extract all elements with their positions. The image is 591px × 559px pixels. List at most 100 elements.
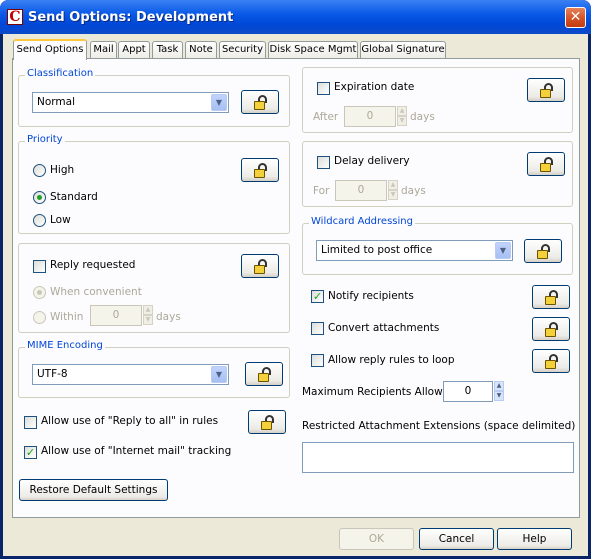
tab-note[interactable]: Note [185, 41, 217, 59]
reply-group: Reply requested When convenient Within 0… [18, 243, 290, 333]
delay-delivery-checkbox[interactable] [317, 156, 330, 169]
down-arrow-icon: ▼ [143, 315, 153, 325]
mime-group: MIME Encoding UTF-8 ▼ [18, 340, 290, 398]
unlocked-padlock-icon [261, 415, 274, 430]
priority-low-label: Low [50, 214, 71, 226]
unlocked-padlock-icon [540, 157, 553, 172]
reply-rules-loop-checkbox[interactable] [311, 354, 324, 367]
reply-requested-checkbox[interactable] [33, 260, 46, 273]
expiration-days-input[interactable]: 0 [344, 106, 396, 127]
expiration-date-label: Expiration date [334, 81, 415, 93]
app-icon: C [7, 9, 23, 25]
tab-send-options[interactable]: Send Options [13, 39, 87, 60]
notify-recipients-checkbox[interactable]: ✓ [311, 290, 324, 303]
restricted-extensions-input[interactable] [302, 442, 574, 473]
mime-legend: MIME Encoding [25, 340, 105, 351]
restricted-extensions-label: Restricted Attachment Extensions (space … [302, 420, 576, 432]
expiration-after-label: After [313, 111, 339, 123]
down-arrow-icon: ▼ [388, 190, 398, 200]
mime-lock-button[interactable] [245, 362, 283, 386]
reply-rules-loop-label: Allow reply rules to loop [328, 354, 455, 366]
delay-for-label: For [313, 185, 330, 197]
delay-days-input[interactable]: 0 [335, 180, 387, 201]
tab-appt[interactable]: Appt [118, 41, 150, 59]
up-arrow-icon: ▲ [397, 106, 407, 116]
allow-reply-all-label: Allow use of "Reply to all" in rules [41, 415, 219, 427]
max-recipients-label: Maximum Recipients Allowed [302, 386, 456, 398]
chevron-down-icon: ▼ [495, 242, 511, 259]
classification-lock-button[interactable] [241, 90, 279, 114]
tab-disk-space-mgmt[interactable]: Disk Space Mgmt [268, 41, 358, 59]
tab-mail[interactable]: Mail [90, 41, 117, 59]
notify-lock-button[interactable] [532, 285, 570, 309]
priority-high-label: High [50, 164, 75, 176]
allow-reply-all-checkbox[interactable] [24, 416, 37, 429]
reply-requested-label: Reply requested [50, 259, 136, 271]
expiration-days-unit: days [410, 111, 435, 123]
dialog-body: Send Options Mail Appt Task Note Securit… [3, 34, 588, 556]
up-arrow-icon: ▲ [388, 180, 398, 190]
priority-high-radio[interactable] [33, 164, 46, 177]
wildcard-legend: Wildcard Addressing [309, 216, 415, 227]
priority-legend: Priority [25, 134, 65, 145]
expiration-group: Expiration date After 0 ▲ ▼ days [302, 67, 573, 133]
up-arrow-icon: ▲ [143, 305, 153, 315]
priority-standard-label: Standard [50, 191, 98, 203]
wildcard-lock-button[interactable] [524, 239, 562, 263]
delay-days-spinner[interactable]: ▲ ▼ [388, 180, 398, 201]
unlocked-padlock-icon [254, 95, 267, 110]
classification-group: Classification Normal ▼ [18, 68, 290, 127]
delay-lock-button[interactable] [527, 152, 565, 176]
convert-attachments-checkbox[interactable] [311, 322, 324, 335]
expiration-date-checkbox[interactable] [317, 82, 330, 95]
down-arrow-icon: ▼ [397, 116, 407, 126]
classification-select[interactable]: Normal ▼ [32, 92, 229, 113]
help-button[interactable]: Help [497, 528, 572, 550]
within-days-input[interactable]: 0 [90, 305, 142, 326]
expiration-days-spinner[interactable]: ▲ ▼ [397, 106, 407, 127]
unlocked-padlock-icon [545, 322, 558, 337]
priority-group: Priority High Standard Low [18, 134, 290, 234]
dialog-window: C Send Options: Development ✕ Send Optio… [0, 0, 591, 559]
unlocked-padlock-icon [545, 290, 558, 305]
cancel-button[interactable]: Cancel [419, 528, 494, 550]
max-recipients-input[interactable]: 0 [443, 381, 493, 402]
when-convenient-radio[interactable] [33, 286, 46, 299]
allow-internet-tracking-checkbox[interactable]: ✓ [24, 446, 37, 459]
restore-default-settings-button[interactable]: Restore Default Settings [19, 479, 168, 501]
ok-button[interactable]: OK [339, 528, 414, 550]
priority-lock-button[interactable] [241, 158, 279, 182]
delay-delivery-label: Delay delivery [334, 155, 410, 167]
reply-loop-lock-button[interactable] [532, 349, 570, 373]
up-arrow-icon: ▲ [494, 381, 504, 391]
mime-encoding-value: UTF-8 [37, 368, 68, 380]
tab-task[interactable]: Task [152, 41, 183, 59]
close-button[interactable]: ✕ [565, 7, 586, 28]
classification-legend: Classification [25, 68, 96, 79]
within-days-spinner[interactable]: ▲ ▼ [143, 305, 153, 326]
priority-standard-radio[interactable] [33, 191, 46, 204]
chevron-down-icon: ▼ [211, 94, 227, 111]
within-radio[interactable] [33, 311, 46, 324]
unlocked-padlock-icon [537, 244, 550, 259]
unlocked-padlock-icon [254, 163, 267, 178]
window-title: Send Options: Development [28, 10, 234, 25]
unlocked-padlock-icon [545, 354, 558, 369]
convert-attachments-label: Convert attachments [328, 322, 440, 334]
priority-low-radio[interactable] [33, 214, 46, 227]
notify-recipients-label: Notify recipients [328, 290, 414, 302]
max-recipients-spinner[interactable]: ▲ ▼ [494, 381, 504, 402]
reply-lock-button[interactable] [241, 254, 279, 278]
within-label: Within [50, 311, 84, 323]
tab-security[interactable]: Security [219, 41, 266, 59]
wildcard-addressing-select[interactable]: Limited to post office ▼ [316, 240, 513, 261]
tab-global-signature[interactable]: Global Signature [360, 41, 446, 59]
send-options-page: Classification Normal ▼ Priority High St… [12, 58, 580, 518]
title-bar[interactable]: C Send Options: Development ✕ [0, 0, 591, 34]
convert-lock-button[interactable] [532, 317, 570, 341]
allow-reply-all-lock-button[interactable] [248, 410, 286, 434]
expiration-lock-button[interactable] [527, 78, 565, 102]
unlocked-padlock-icon [540, 83, 553, 98]
mime-encoding-select[interactable]: UTF-8 ▼ [32, 364, 229, 385]
delay-group: Delay delivery For 0 ▲ ▼ days [302, 141, 573, 207]
